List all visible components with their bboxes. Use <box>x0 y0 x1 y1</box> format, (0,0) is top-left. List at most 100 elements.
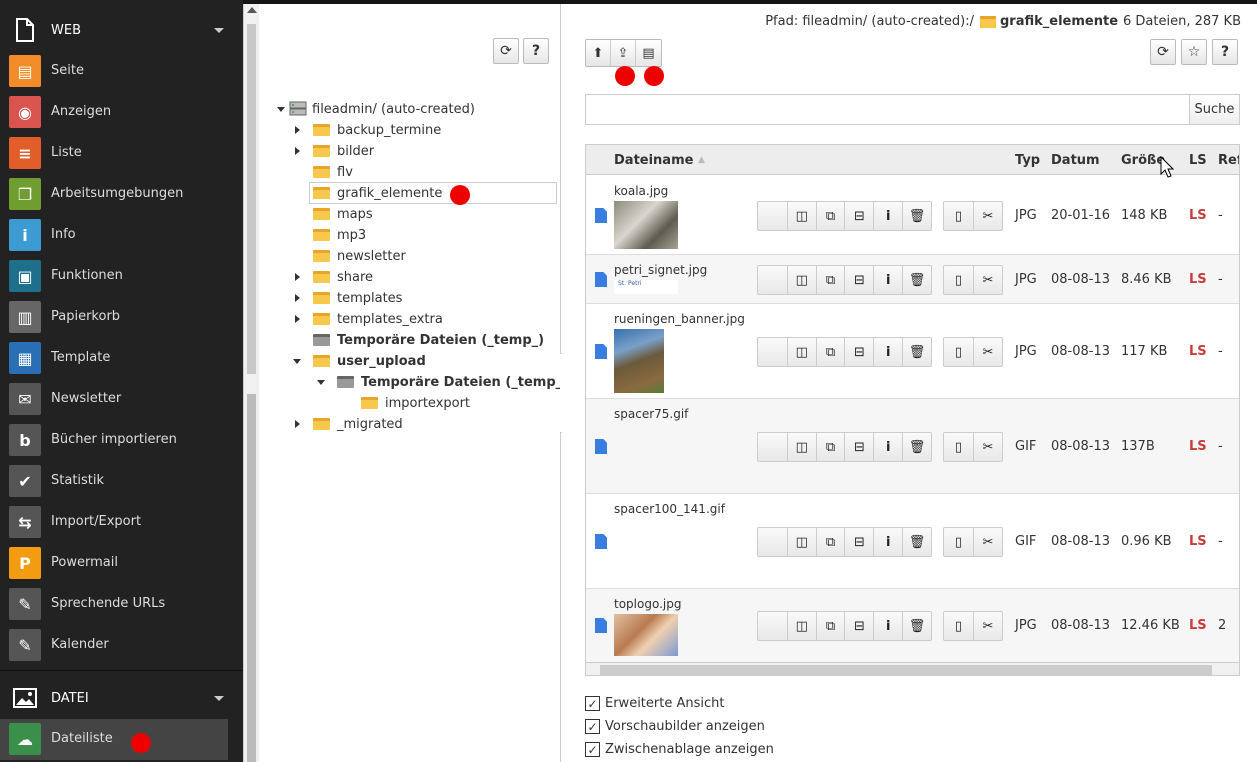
column-header-datum[interactable]: Datum <box>1051 153 1100 168</box>
tree-node[interactable]: importexport <box>361 393 470 413</box>
tree-node[interactable]: share <box>313 267 373 287</box>
menu-group-datei[interactable]: DATEI <box>0 676 243 720</box>
collapse-toggle-icon[interactable] <box>317 380 325 385</box>
menu-item-newsletter[interactable]: ✉ Newsletter <box>0 379 228 420</box>
menu-item-seite[interactable]: ▤ Seite <box>0 51 228 92</box>
delete-button[interactable]: 🗑 <box>902 266 931 294</box>
rename-button[interactable]: ⊟ <box>844 338 873 366</box>
menu-item-import-export[interactable]: ⇆ Import/Export <box>0 502 228 543</box>
tree-root[interactable]: fileadmin/ (auto-created) <box>289 99 475 119</box>
upload-button[interactable]: ⇪ <box>611 40 636 66</box>
column-header-ls[interactable]: LS <box>1189 153 1207 168</box>
thumbnails-checkbox[interactable]: ✓ Vorschaubilder anzeigen <box>585 719 765 734</box>
tree-node[interactable]: Temporäre Dateien (_temp_) <box>337 372 568 392</box>
column-header-ref[interactable]: Ref <box>1218 153 1239 168</box>
file-references[interactable]: 2 <box>1218 618 1226 633</box>
image-file-icon[interactable] <box>595 534 607 549</box>
menu-item-papierkorb[interactable]: ▥ Papierkorb <box>0 297 228 338</box>
copy-button[interactable]: ▯ <box>944 612 973 640</box>
info-button[interactable]: i <box>873 433 902 461</box>
expand-toggle-icon[interactable] <box>295 147 300 155</box>
cut-button[interactable]: ✂ <box>973 612 1002 640</box>
replace-button[interactable]: ⧉ <box>815 202 845 230</box>
tree-node[interactable]: maps <box>313 204 373 224</box>
image-file-icon[interactable] <box>595 618 607 633</box>
table-row[interactable]: spacer75.gif ◫ ⧉ ⊟ i 🗑 ▯ ✂ GIF 08-08-13 137B LS - <box>586 399 1239 494</box>
table-row[interactable]: petri_signet.jpg St. Petri ◫ ⧉ ⊟ i 🗑 ▯ ✂ JPG 08-08… <box>586 255 1239 304</box>
file-thumbnail[interactable]: St. Petri <box>614 280 678 294</box>
table-row[interactable]: rueningen_banner.jpg ◫ ⧉ ⊟ i 🗑 ▯ ✂ JPG 08-08-13 11… <box>586 304 1239 399</box>
file-name-link[interactable]: koala.jpg <box>614 184 668 198</box>
expand-toggle-icon[interactable] <box>295 315 300 323</box>
scrollbar-thumb[interactable] <box>600 665 1212 675</box>
cut-button[interactable]: ✂ <box>973 338 1002 366</box>
replace-button[interactable]: ⧉ <box>815 528 845 556</box>
copy-button[interactable]: ▯ <box>944 433 973 461</box>
clipboard-checkbox[interactable]: ✓ Zwischenablage anzeigen <box>585 742 774 757</box>
tree-node[interactable]: grafik_elemente <box>309 182 557 204</box>
file-name-link[interactable]: spacer75.gif <box>614 407 688 421</box>
refresh-button[interactable]: ⟳ <box>493 38 519 64</box>
tree-node[interactable]: templates <box>313 288 402 308</box>
horizontal-scrollbar[interactable] <box>586 662 1239 675</box>
copy-button[interactable]: ▯ <box>944 338 973 366</box>
replace-button[interactable]: ⧉ <box>815 612 845 640</box>
tree-node[interactable]: _migrated <box>313 414 403 434</box>
search-button[interactable]: Suche <box>1189 94 1240 125</box>
rename-button[interactable]: ⊟ <box>844 202 873 230</box>
scrollbar-thumb[interactable] <box>247 394 256 762</box>
menu-item-funktionen[interactable]: ▣ Funktionen <box>0 256 228 297</box>
menu-item-liste[interactable]: ≡ Liste <box>0 133 228 174</box>
file-references[interactable]: - <box>1218 534 1223 549</box>
expand-toggle-icon[interactable] <box>295 294 300 302</box>
delete-button[interactable]: 🗑 <box>902 338 931 366</box>
expand-toggle-icon[interactable] <box>295 420 300 428</box>
search-input[interactable] <box>585 94 1190 125</box>
file-thumbnail[interactable] <box>614 614 678 656</box>
delete-button[interactable]: 🗑 <box>902 433 931 461</box>
image-file-icon[interactable] <box>595 439 607 454</box>
column-header-typ[interactable]: Typ <box>1015 153 1040 168</box>
tree-node[interactable]: templates_extra <box>313 309 443 329</box>
menu-item-statistik[interactable]: ✔ Statistik <box>0 461 228 502</box>
menu-item-kalender[interactable]: ✎ Kalender <box>0 625 228 666</box>
file-name-link[interactable]: spacer100_141.gif <box>614 502 725 516</box>
file-name-link[interactable]: toplogo.jpg <box>614 597 681 611</box>
expand-toggle-icon[interactable] <box>295 126 300 134</box>
delete-button[interactable]: 🗑 <box>902 202 931 230</box>
refresh-button[interactable]: ⟳ <box>1150 39 1176 65</box>
file-thumbnail[interactable] <box>614 329 664 393</box>
tree-node[interactable]: backup_termine <box>313 120 441 140</box>
copy-button[interactable]: ▯ <box>944 202 973 230</box>
checkbox[interactable]: ✓ <box>585 742 600 757</box>
menu-item-bücher-importieren[interactable]: b Bücher importieren <box>0 420 228 461</box>
cut-button[interactable]: ✂ <box>973 528 1002 556</box>
menu-item-arbeitsumgebungen[interactable]: ❐ Arbeitsumgebungen <box>0 174 228 215</box>
column-header-groesse[interactable]: Größe <box>1121 153 1165 168</box>
table-row[interactable]: toplogo.jpg ◫ ⧉ ⊟ i 🗑 ▯ ✂ JPG 08-08-13 12.46 KB LS 2 <box>586 589 1239 663</box>
tree-node[interactable]: user_upload <box>313 351 426 371</box>
column-header-name[interactable]: Dateiname <box>614 153 693 168</box>
copy-button[interactable]: ▯ <box>944 528 973 556</box>
collapse-toggle-icon[interactable] <box>293 359 301 364</box>
info-button[interactable]: i <box>873 612 902 640</box>
menu-item-template[interactable]: ▦ Template <box>0 338 228 379</box>
cut-button[interactable]: ✂ <box>973 266 1002 294</box>
menu-item-anzeigen[interactable]: ◉ Anzeigen <box>0 92 228 133</box>
file-references[interactable]: - <box>1218 344 1223 359</box>
file-thumbnail[interactable] <box>614 519 659 587</box>
file-references[interactable]: - <box>1218 439 1223 454</box>
bookmark-button[interactable]: ☆ <box>1181 39 1207 65</box>
view-button[interactable]: ◫ <box>786 338 816 366</box>
info-button[interactable]: i <box>873 266 902 294</box>
menu-item-info[interactable]: i Info <box>0 215 228 256</box>
tree-node[interactable]: Temporäre Dateien (_temp_) <box>313 330 544 350</box>
view-button[interactable]: ◫ <box>786 528 816 556</box>
info-button[interactable]: i <box>873 202 902 230</box>
file-references[interactable]: - <box>1218 208 1223 223</box>
replace-button[interactable]: ⧉ <box>815 433 845 461</box>
file-thumbnail[interactable] <box>614 201 678 249</box>
collapse-toggle-icon[interactable] <box>277 107 285 112</box>
help-button[interactable]: ? <box>523 38 549 64</box>
table-row[interactable]: koala.jpg ◫ ⧉ ⊟ i 🗑 ▯ ✂ JPG 20-01-16 148 KB LS - <box>586 176 1239 255</box>
